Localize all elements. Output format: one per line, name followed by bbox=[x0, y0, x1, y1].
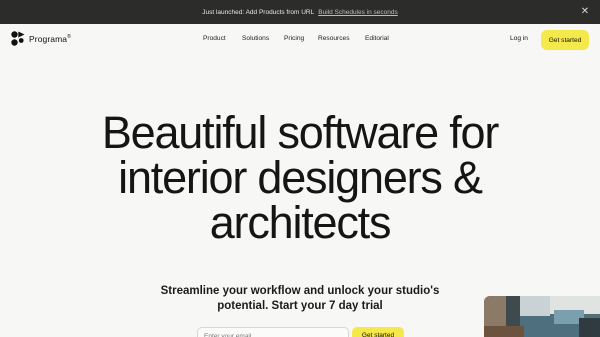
logo[interactable]: Programa® bbox=[11, 31, 71, 47]
close-icon[interactable]: ✕ bbox=[579, 6, 591, 18]
hero-title-line: Beautiful software for bbox=[101, 107, 500, 158]
get-started-button[interactable]: Get started bbox=[541, 30, 589, 50]
programa-logo-icon bbox=[11, 31, 25, 46]
hero-title-line: architects bbox=[209, 197, 392, 248]
start-trial-button[interactable]: Get started bbox=[352, 327, 404, 337]
announcement-link[interactable]: Build Schedules in seconds bbox=[318, 9, 398, 16]
nav-item-solutions[interactable]: Solutions bbox=[242, 35, 269, 42]
nav-item-product[interactable]: Product bbox=[203, 35, 226, 42]
logo-text: Programa® bbox=[29, 34, 71, 44]
navbar: Programa® Product Solutions Pricing Reso… bbox=[0, 24, 600, 55]
email-input[interactable] bbox=[197, 327, 349, 337]
nav-item-editorial[interactable]: Editorial bbox=[365, 35, 389, 42]
interior-photo-image bbox=[484, 296, 600, 337]
announcement-bar: Just launched: Add Products from URL Bui… bbox=[0, 0, 600, 24]
login-link[interactable]: Log in bbox=[510, 35, 528, 42]
announcement-text: Just launched: Add Products from URL bbox=[202, 8, 315, 16]
nav-item-pricing[interactable]: Pricing bbox=[284, 35, 304, 42]
interior-photo bbox=[484, 296, 600, 337]
hero-title: Beautiful software for interior designer… bbox=[0, 110, 600, 245]
nav-item-resources[interactable]: Resources bbox=[318, 35, 350, 42]
hero-title-line: interior designers & bbox=[118, 152, 483, 203]
